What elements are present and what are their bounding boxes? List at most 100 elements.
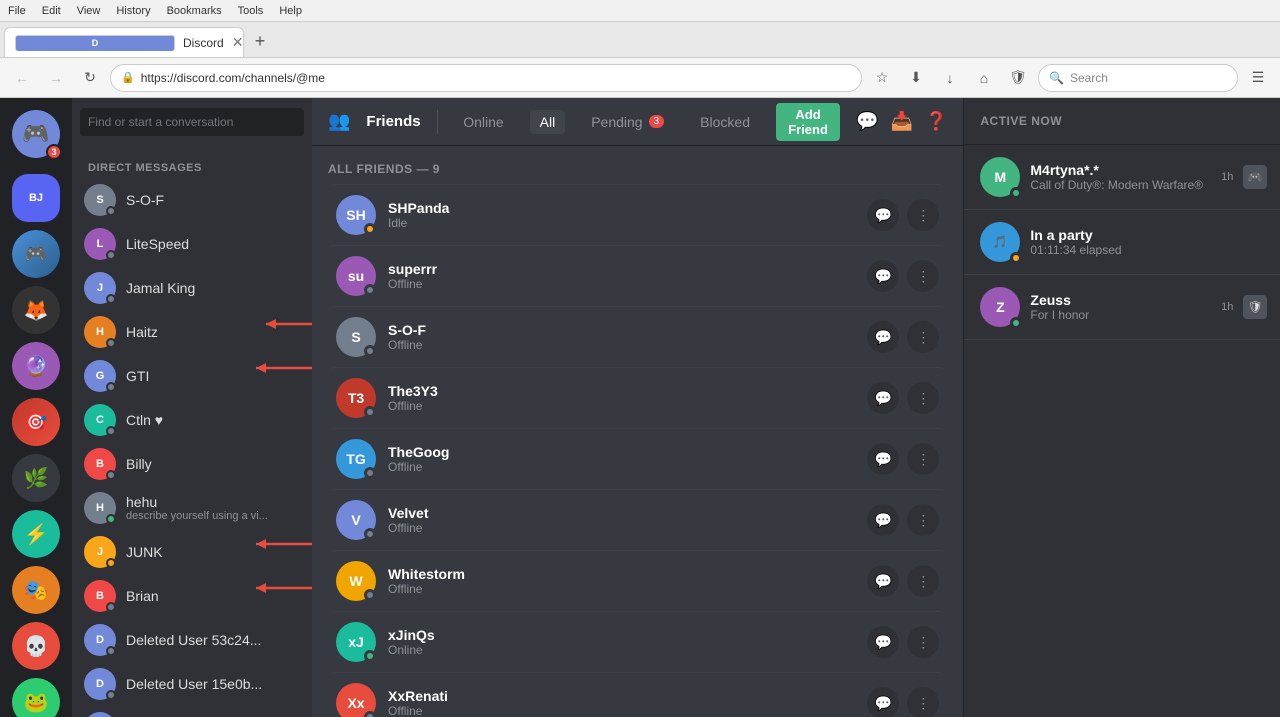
active-name: M4rtyna*.* [1030, 162, 1211, 178]
more-options-button[interactable]: ⋮ [907, 504, 939, 536]
friend-item[interactable]: T3 The3Y3 Offline 💬 ⋮ [328, 367, 947, 428]
menu-bookmarks[interactable]: Bookmarks [167, 5, 222, 17]
friend-item[interactable]: TG TheGoog Offline 💬 ⋮ [328, 428, 947, 489]
server-icon-9[interactable]: 💀 [12, 622, 60, 670]
dm-name: Deleted User 15e0b... [126, 676, 300, 692]
tab-blocked[interactable]: Blocked [690, 110, 760, 134]
server-icon-1[interactable]: BJ [12, 174, 60, 222]
dm-item[interactable]: H hehu describe yourself using a vi... [76, 486, 308, 530]
inbox-icon[interactable]: 📥 [891, 111, 913, 132]
server-icon-2[interactable]: 🎮 [12, 230, 60, 278]
friend-avatar: xJ [336, 622, 376, 662]
friend-item[interactable]: S S-O-F Offline 💬 ⋮ [328, 306, 947, 367]
friend-item[interactable]: su superrr Offline 💬 ⋮ [328, 245, 947, 306]
server-icon-6[interactable]: 🌿 [12, 454, 60, 502]
address-bar[interactable]: 🔒 https://discord.com/channels/@me [110, 64, 862, 92]
server-icon-5[interactable]: 🎯 [12, 398, 60, 446]
tab-online[interactable]: Online [453, 110, 513, 134]
dm-item[interactable]: D Deleted User 15e0b... [76, 662, 308, 706]
dm-search-input[interactable] [80, 108, 304, 136]
dm-item[interactable]: D Deleted User 53c24... [76, 618, 308, 662]
nav-refresh-button[interactable]: ↻ [76, 64, 104, 92]
friend-avatar: Xx [336, 683, 376, 717]
menu-help[interactable]: Help [279, 5, 302, 17]
more-options-button[interactable]: ⋮ [907, 443, 939, 475]
dm-item[interactable]: d dANNNY [76, 706, 308, 717]
main-content: 👥 Friends Online All Pending 3 Blocked A… [312, 98, 963, 717]
dm-name: Brian [126, 588, 300, 604]
dm-item[interactable]: J JUNK [76, 530, 308, 574]
nav-forward-button[interactable]: → [42, 64, 70, 92]
dm-text: S-O-F [126, 192, 300, 208]
browser-tab-discord[interactable]: D Discord ✕ [4, 27, 244, 57]
menu-tools[interactable]: Tools [238, 5, 264, 17]
dm-item[interactable]: H Haitz [76, 310, 308, 354]
home-button[interactable]: 🎮 3 [12, 110, 60, 158]
pocket-button[interactable]: ⬇ [902, 64, 930, 92]
shield-button[interactable]: 🛡 [1004, 64, 1032, 92]
tab-all[interactable]: All [530, 110, 566, 134]
message-button[interactable]: 💬 [867, 199, 899, 231]
friend-status: Offline [388, 704, 867, 717]
server-icon-4[interactable]: 🔮 [12, 342, 60, 390]
dm-sidebar: Direct Messages S S-O-F L LiteSpeed [72, 98, 312, 717]
dm-item[interactable]: B Billy [76, 442, 308, 486]
more-options-button[interactable]: ⋮ [907, 260, 939, 292]
menu-edit[interactable]: Edit [42, 5, 61, 17]
friend-item[interactable]: Xx XxRenati Offline 💬 ⋮ [328, 672, 947, 717]
friend-item[interactable]: W Whitestorm Offline 💬 ⋮ [328, 550, 947, 611]
friend-status: Offline [388, 277, 867, 291]
dm-item[interactable]: J Jamal King [76, 266, 308, 310]
message-button[interactable]: 💬 [867, 321, 899, 353]
dm-text: Deleted User 53c24... [126, 632, 300, 648]
server-icon-8[interactable]: 🎭 [12, 566, 60, 614]
nav-back-button[interactable]: ← [8, 64, 36, 92]
dm-item[interactable]: G GTI [76, 354, 308, 398]
more-options-button[interactable]: ⋮ [907, 199, 939, 231]
new-group-dm-icon[interactable]: 💬 [856, 111, 878, 132]
more-options-button[interactable]: ⋮ [907, 626, 939, 658]
message-button[interactable]: 💬 [867, 626, 899, 658]
tab-close-button[interactable]: ✕ [232, 34, 244, 51]
status-dot [364, 223, 376, 235]
new-tab-button[interactable]: + [246, 27, 274, 55]
more-options-button[interactable]: ⋮ [907, 321, 939, 353]
downloads-button[interactable]: ↓ [936, 64, 964, 92]
status-dot [364, 589, 376, 601]
message-button[interactable]: 💬 [867, 382, 899, 414]
message-button[interactable]: 💬 [867, 687, 899, 717]
dm-item[interactable]: C Ctln ♥ [76, 398, 308, 442]
dm-name: LiteSpeed [126, 236, 300, 252]
add-friend-button[interactable]: Add Friend [776, 103, 840, 141]
tab-title: Discord [183, 36, 224, 50]
more-options-button[interactable]: ⋮ [907, 565, 939, 597]
dm-item[interactable]: B Brian [76, 574, 308, 618]
dm-name: hehu [126, 494, 300, 510]
status-dot [1010, 187, 1022, 199]
friend-item[interactable]: V Velvet Offline 💬 ⋮ [328, 489, 947, 550]
menu-file[interactable]: File [8, 5, 26, 17]
message-button[interactable]: 💬 [867, 565, 899, 597]
message-button[interactable]: 💬 [867, 260, 899, 292]
server-icon-7[interactable]: ⚡ [12, 510, 60, 558]
friend-item[interactable]: xJ xJinQs Online 💬 ⋮ [328, 611, 947, 672]
message-button[interactable]: 💬 [867, 443, 899, 475]
dm-item[interactable]: L LiteSpeed [76, 222, 308, 266]
dm-item[interactable]: S S-O-F [76, 178, 308, 222]
more-options-button[interactable]: ⋮ [907, 382, 939, 414]
tab-pending[interactable]: Pending 3 [581, 110, 674, 134]
avatar: d [84, 712, 116, 717]
menu-view[interactable]: View [77, 5, 101, 17]
browser-search-bar[interactable]: 🔍 Search [1038, 64, 1238, 92]
menu-history[interactable]: History [116, 5, 150, 17]
friend-item[interactable]: SH SHPanda Idle 💬 ⋮ [328, 184, 947, 245]
message-button[interactable]: 💬 [867, 504, 899, 536]
extensions-button[interactable]: ☰ [1244, 64, 1272, 92]
help-icon[interactable]: ❓ [925, 111, 947, 132]
server-icon-10[interactable]: 🐸 [12, 678, 60, 717]
bookmark-star-button[interactable]: ☆ [868, 64, 896, 92]
more-options-button[interactable]: ⋮ [907, 687, 939, 717]
avatar: B [84, 580, 116, 612]
home-button[interactable]: ⌂ [970, 64, 998, 92]
server-icon-3[interactable]: 🦊 [12, 286, 60, 334]
